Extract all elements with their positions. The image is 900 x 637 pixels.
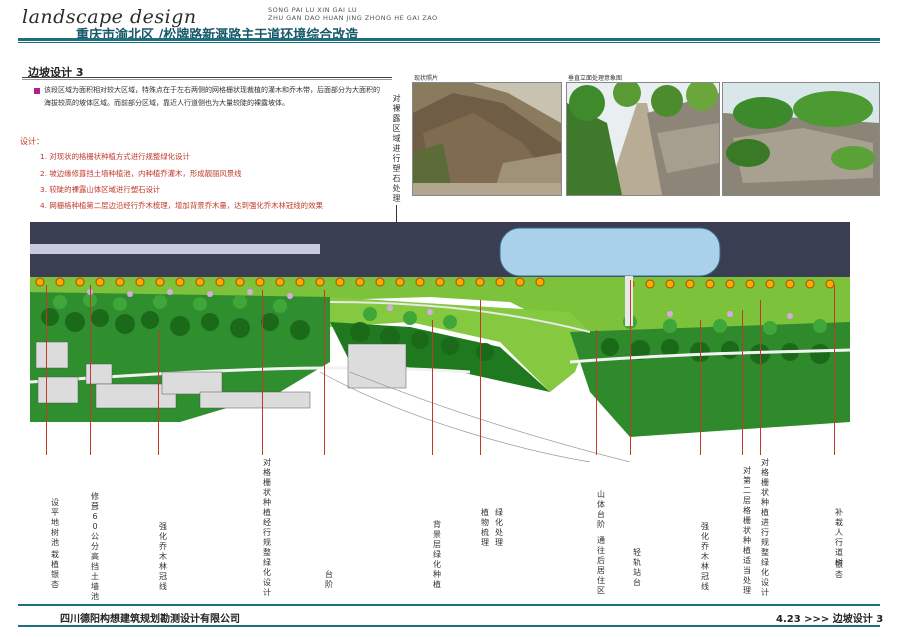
leader-line-3 bbox=[158, 330, 159, 455]
section-underline-thin bbox=[22, 79, 392, 80]
label-plant-thinning: 植物梳理 bbox=[481, 508, 489, 547]
header-subtitle-line1: SONG PAI LU XIN GAI LU bbox=[268, 6, 358, 14]
label-second-layer: 对第二层格栅状种植适当处理 bbox=[743, 466, 751, 595]
leader-line-11 bbox=[742, 310, 743, 455]
leader-line-5 bbox=[324, 290, 325, 455]
light-rail-station bbox=[499, 227, 721, 277]
design-heading: 设计： bbox=[20, 137, 44, 146]
reference-photo-path bbox=[566, 82, 720, 196]
label-grid-planting-right: 对格栅状种植进行规整绿化设计 bbox=[761, 458, 769, 597]
label-greening: 绿化处理 bbox=[495, 508, 503, 547]
design-item-4: 4. 网栅格种植第二层边沿经行乔木梳理，增加背景乔木量，达到强化乔木林冠线的效果 bbox=[40, 201, 323, 210]
label-residential-access: 通往后居住区 bbox=[597, 536, 605, 595]
design-item-1: 1. 对现状的格栅状种植方式进行规整绿化设计 bbox=[40, 152, 190, 161]
side-note-vertical: 对裸露区域进行塑石处理 bbox=[392, 94, 401, 203]
design-item-3: 3. 较陡的裸露山体区域进行塑石设计 bbox=[40, 185, 161, 194]
footer-divider-top bbox=[18, 604, 880, 606]
leader-line-2 bbox=[90, 285, 91, 455]
label-tree-pit: 设平地树池 bbox=[51, 498, 59, 547]
leader-line-1 bbox=[46, 285, 47, 455]
leader-line-10 bbox=[700, 320, 701, 455]
label-background-planting: 背景层绿化种植 bbox=[433, 520, 441, 589]
label-sidewalk-trees: 补栽人行道树 bbox=[835, 508, 843, 567]
intro-bullet-icon bbox=[34, 88, 40, 94]
leader-line-7 bbox=[480, 300, 481, 455]
label-canopy-line-right: 强化乔木林冠线 bbox=[701, 522, 709, 591]
label-grid-planting-left: 对格栅状种植经行规整绿化设计 bbox=[263, 458, 271, 597]
header-subtitle: SONG PAI LU XIN GAI LU ZHU GAN DAO HUAN … bbox=[268, 6, 438, 22]
company-name: 四川德阳构想建筑规划勘测设计有限公司 bbox=[60, 614, 240, 625]
header-divider-thin bbox=[18, 42, 880, 43]
leader-line-4 bbox=[262, 290, 263, 455]
header-divider bbox=[18, 38, 880, 41]
site-plan bbox=[29, 222, 851, 463]
intro-paragraph: 该段区域为面积相对较大区域，特殊点在于左右两侧的网格栅状现裁植的灌木和乔木带，后… bbox=[44, 86, 380, 107]
leader-line-9 bbox=[630, 280, 631, 455]
leader-line-13 bbox=[834, 285, 835, 455]
current-site-photo bbox=[412, 82, 562, 196]
reference-photo-rockwork bbox=[722, 82, 880, 196]
photo-caption-current: 现状照片 bbox=[414, 75, 439, 82]
leader-line-6 bbox=[432, 320, 433, 455]
label-ginkgo-planting: 栽植银杏 bbox=[51, 550, 59, 589]
leader-line-8 bbox=[596, 330, 597, 455]
label-mountain-steps: 山体台阶 bbox=[597, 490, 605, 529]
leader-line-12 bbox=[760, 300, 761, 455]
photo-caption-reference: 垂直立面处理意象图 bbox=[568, 75, 623, 82]
header-subtitle-line2: ZHU GAN DAO HUAN JING ZHONG HE GAI ZAO bbox=[268, 14, 438, 22]
page-number: 4.23 >>> 边坡设计 3 bbox=[776, 614, 884, 625]
design-item-2: 2. 坡边缘修葺挡土墙种植池，内种植乔灌木，形成靓丽风景线 bbox=[40, 169, 242, 178]
label-retaining-wall: 修葺60公分高挡土墙池 bbox=[91, 492, 99, 601]
label-ginkgo: 银杏 bbox=[835, 560, 843, 579]
section-underline bbox=[22, 77, 392, 78]
footer-divider-bottom bbox=[18, 625, 880, 627]
label-steps: 台阶 bbox=[325, 570, 333, 589]
label-canopy-line-left: 强化乔木林冠线 bbox=[159, 522, 167, 591]
label-rail-platform: 轻轨站台 bbox=[633, 548, 641, 587]
